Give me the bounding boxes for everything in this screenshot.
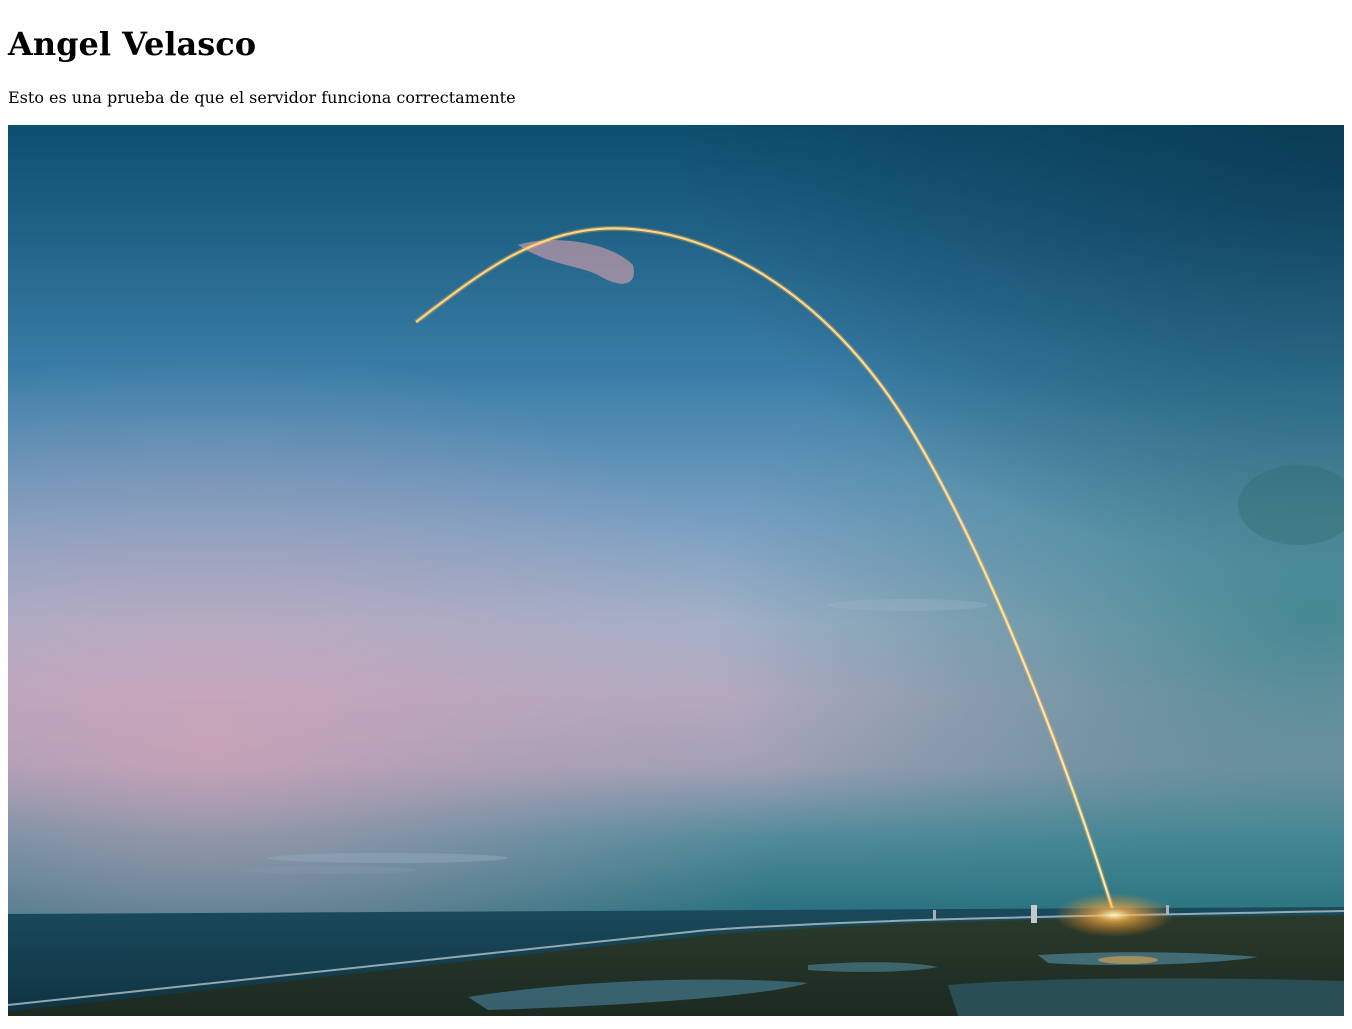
page-paragraph: Esto es una prueba de que el servidor fu… bbox=[8, 88, 516, 107]
page: Angel Velasco Esto es una prueba de que … bbox=[0, 0, 1352, 1029]
page-heading: Angel Velasco bbox=[8, 25, 257, 63]
rocket-launch-photo bbox=[8, 125, 1344, 1016]
